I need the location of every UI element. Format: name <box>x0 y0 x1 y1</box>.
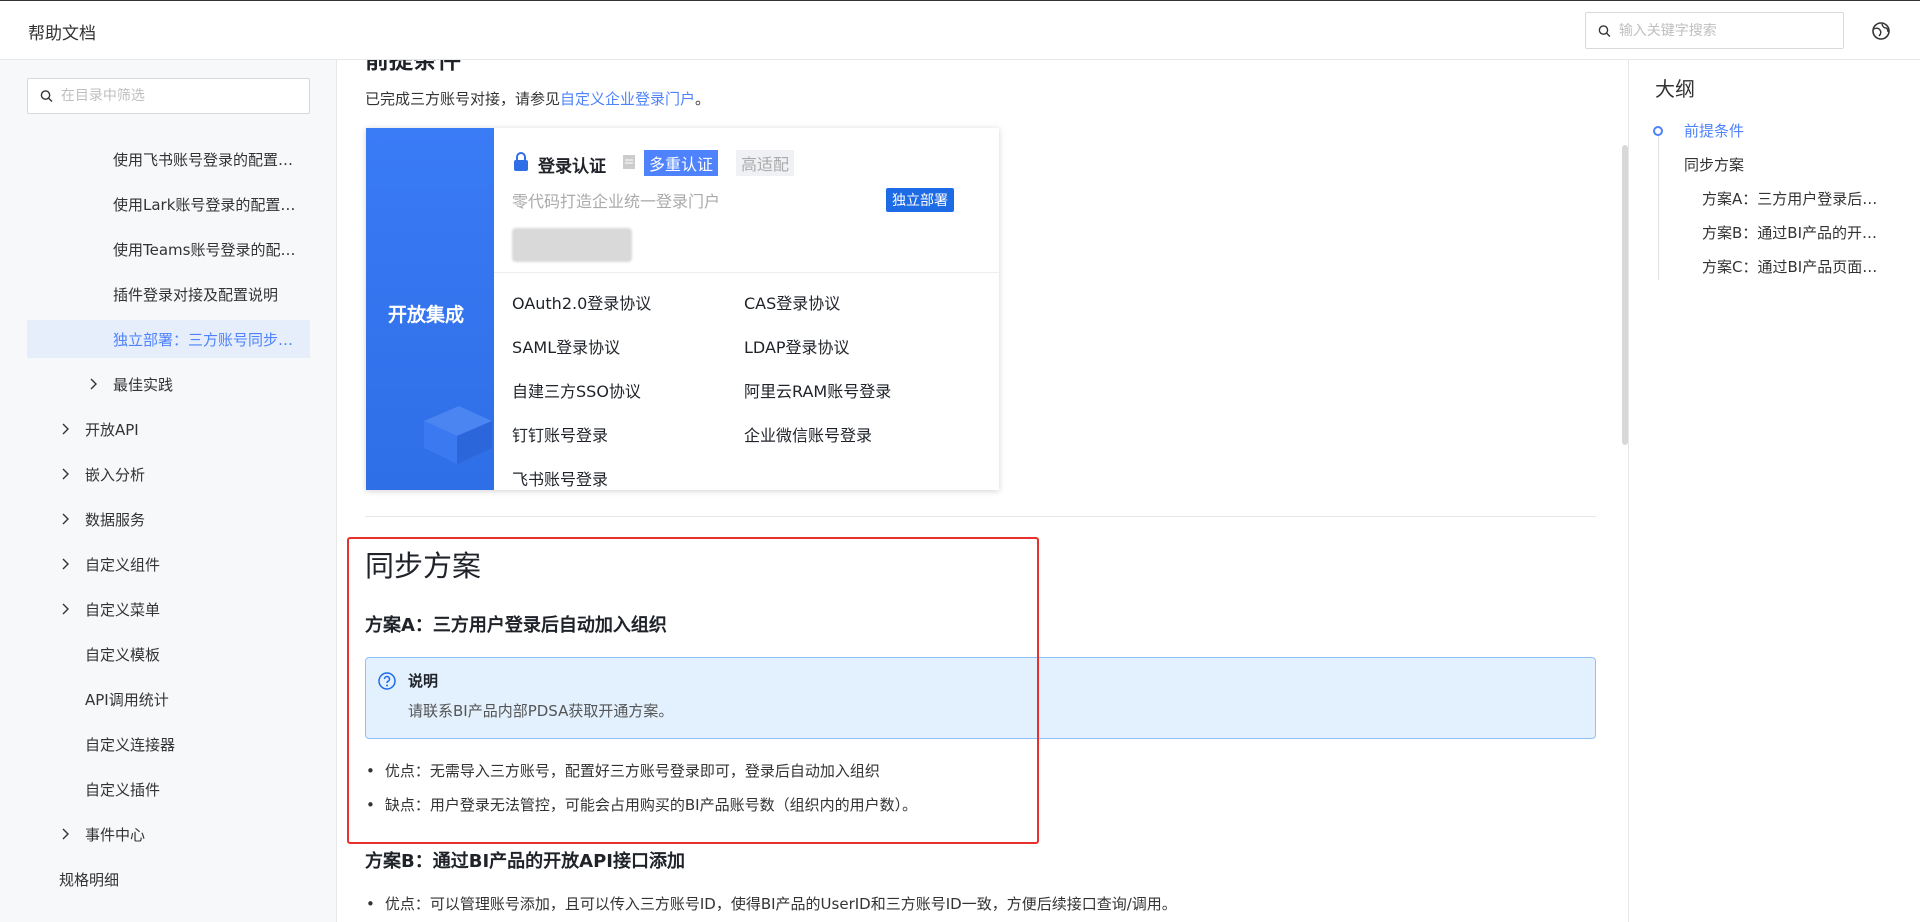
search-icon <box>1598 24 1611 37</box>
sidebar-item-custom-component[interactable]: 自定义组件 <box>27 545 310 583</box>
cube-illustration-icon <box>424 406 492 464</box>
sidebar-item-label: 嵌入分析 <box>85 465 146 484</box>
sidebar-item-plugin-login[interactable]: 插件登录对接及配置说明 <box>27 275 310 313</box>
login-auth-card: 开放集成 登录认证 多重认证 高适配 零代码打造企业统一登录门户 独立部署 OA… <box>366 128 999 490</box>
sidebar-item-spec-details[interactable]: 规格明细 <box>27 860 310 898</box>
outline-item-plan-c[interactable]: 方案C：通过BI产品页面… <box>1702 256 1890 277</box>
card-subtitle: 零代码打造企业统一登录门户 <box>512 192 721 211</box>
outline-item-sync[interactable]: 同步方案 <box>1684 154 1744 175</box>
outline-item-plan-a[interactable]: 方案A：三方用户登录后… <box>1702 188 1890 209</box>
sidebar-item-label: 自定义连接器 <box>85 735 176 754</box>
plan-b-heading: 方案B：通过BI产品的开放API接口添加 <box>365 851 685 872</box>
tag-high-compat: 高适配 <box>736 150 795 176</box>
sidebar-item-teams-login[interactable]: 使用Teams账号登录的配… <box>27 230 310 268</box>
card-body: 登录认证 多重认证 高适配 零代码打造企业统一登录门户 独立部署 OAuth2.… <box>494 128 999 490</box>
sidebar-item-label: 自定义插件 <box>85 780 161 799</box>
sidebar-item-standalone-sync[interactable]: 独立部署：三方账号同步… <box>27 320 310 358</box>
sidebar-filter-box[interactable] <box>27 78 310 114</box>
sidebar-item-label: 开放API <box>85 420 139 439</box>
top-search-box[interactable] <box>1585 12 1844 49</box>
sidebar-item-lark-login[interactable]: 使用Lark账号登录的配置… <box>27 185 310 223</box>
standalone-badge: 独立部署 <box>886 188 954 212</box>
protocol-wecom: 企业微信账号登录 <box>744 426 873 445</box>
sidebar-filter-input[interactable] <box>60 88 309 104</box>
outline-track <box>1658 130 1659 280</box>
chevron-right-icon[interactable] <box>59 827 73 841</box>
highlight-box <box>347 537 1039 844</box>
sidebar-item-open-api[interactable]: 开放API <box>27 410 310 448</box>
sidebar-item-label: API调用统计 <box>85 690 169 709</box>
card-title: 登录认证 <box>538 157 606 177</box>
sidebar-item-api-stats[interactable]: API调用统计 <box>27 680 310 718</box>
sidebar-item-label: 使用飞书账号登录的配置… <box>113 150 294 169</box>
outline-item-prereq[interactable]: 前提条件 <box>1684 120 1744 141</box>
chevron-right-icon[interactable] <box>59 512 73 526</box>
protocol-aliyun-ram: 阿里云RAM账号登录 <box>744 382 892 401</box>
sidebar-item-label: 自定义菜单 <box>85 600 161 619</box>
prereq-link[interactable]: 自定义企业登录门户 <box>560 90 695 108</box>
protocol-feishu: 飞书账号登录 <box>512 470 609 489</box>
blurred-placeholder <box>512 228 632 262</box>
prereq-paragraph: 已完成三方账号对接，请参见自定义企业登录门户。 <box>365 88 710 109</box>
tag-multi-auth: 多重认证 <box>644 150 719 176</box>
globe-icon[interactable] <box>1871 21 1891 41</box>
protocol-saml: SAML登录协议 <box>512 338 621 357</box>
search-icon <box>40 90 53 103</box>
sidebar-item-best-practice[interactable]: 最佳实践 <box>27 365 310 403</box>
section-divider <box>365 516 1596 517</box>
top-bar: 帮助文档 <box>0 0 1920 60</box>
sidebar-item-event-center[interactable]: 事件中心 <box>27 815 310 853</box>
sidebar-item-label: 独立部署：三方账号同步… <box>113 330 294 349</box>
protocol-oauth: OAuth2.0登录协议 <box>512 294 652 313</box>
prereq-text: 已完成三方账号对接，请参见 <box>365 90 561 108</box>
sidebar-item-custom-menu[interactable]: 自定义菜单 <box>27 590 310 628</box>
brand-title[interactable]: 帮助文档 <box>28 19 96 44</box>
card-banner-title: 开放集成 <box>388 304 465 326</box>
card-divider <box>494 272 999 273</box>
sidebar-item-embedded-analysis[interactable]: 嵌入分析 <box>27 455 310 493</box>
top-search-input[interactable] <box>1618 22 1843 39</box>
sidebar-item-custom-template[interactable]: 自定义模板 <box>27 635 310 673</box>
plan-b-pro: 优点：可以管理账号添加，且可以传入三方账号ID，使得BI产品的UserID和三方… <box>366 893 1177 914</box>
sidebar-item-label: 事件中心 <box>85 825 146 844</box>
sidebar-item-label: 规格明细 <box>59 870 120 889</box>
sidebar-item-label: 自定义模板 <box>85 645 161 664</box>
sidebar-item-custom-connector[interactable]: 自定义连接器 <box>27 725 310 763</box>
protocol-dingtalk: 钉钉账号登录 <box>512 426 609 445</box>
sidebar-item-custom-plugin[interactable]: 自定义插件 <box>27 770 310 808</box>
sidebar: 使用飞书账号登录的配置… 使用Lark账号登录的配置… 使用Teams账号登录的… <box>0 60 337 922</box>
sidebar-item-data-service[interactable]: 数据服务 <box>27 500 310 538</box>
chevron-right-icon[interactable] <box>59 602 73 616</box>
sidebar-item-feishu-login[interactable]: 使用飞书账号登录的配置… <box>27 140 310 178</box>
lock-icon <box>514 152 528 171</box>
prereq-text-end: 。 <box>695 90 711 108</box>
outline-active-dot <box>1653 126 1663 136</box>
protocol-custom-sso: 自建三方SSO协议 <box>512 382 641 401</box>
sidebar-item-label: 插件登录对接及配置说明 <box>113 285 279 304</box>
chevron-right-icon[interactable] <box>59 422 73 436</box>
card-banner: 开放集成 <box>366 128 494 490</box>
chevron-right-icon[interactable] <box>87 377 101 391</box>
sidebar-item-label: 自定义组件 <box>85 555 161 574</box>
chevron-right-icon[interactable] <box>59 467 73 481</box>
protocol-ldap: LDAP登录协议 <box>744 338 850 357</box>
protocol-cas: CAS登录协议 <box>744 294 841 313</box>
outline-title: 大纲 <box>1655 77 1695 101</box>
chevron-right-icon[interactable] <box>59 557 73 571</box>
sidebar-item-label: 使用Lark账号登录的配置… <box>113 195 296 214</box>
sidebar-item-label: 使用Teams账号登录的配… <box>113 240 296 259</box>
prereq-heading: 前提条件 <box>365 60 461 74</box>
document-icon <box>623 155 635 169</box>
sidebar-item-label: 数据服务 <box>85 510 146 529</box>
sidebar-item-label: 最佳实践 <box>113 375 174 394</box>
outline-item-plan-b[interactable]: 方案B：通过BI产品的开… <box>1702 222 1890 243</box>
